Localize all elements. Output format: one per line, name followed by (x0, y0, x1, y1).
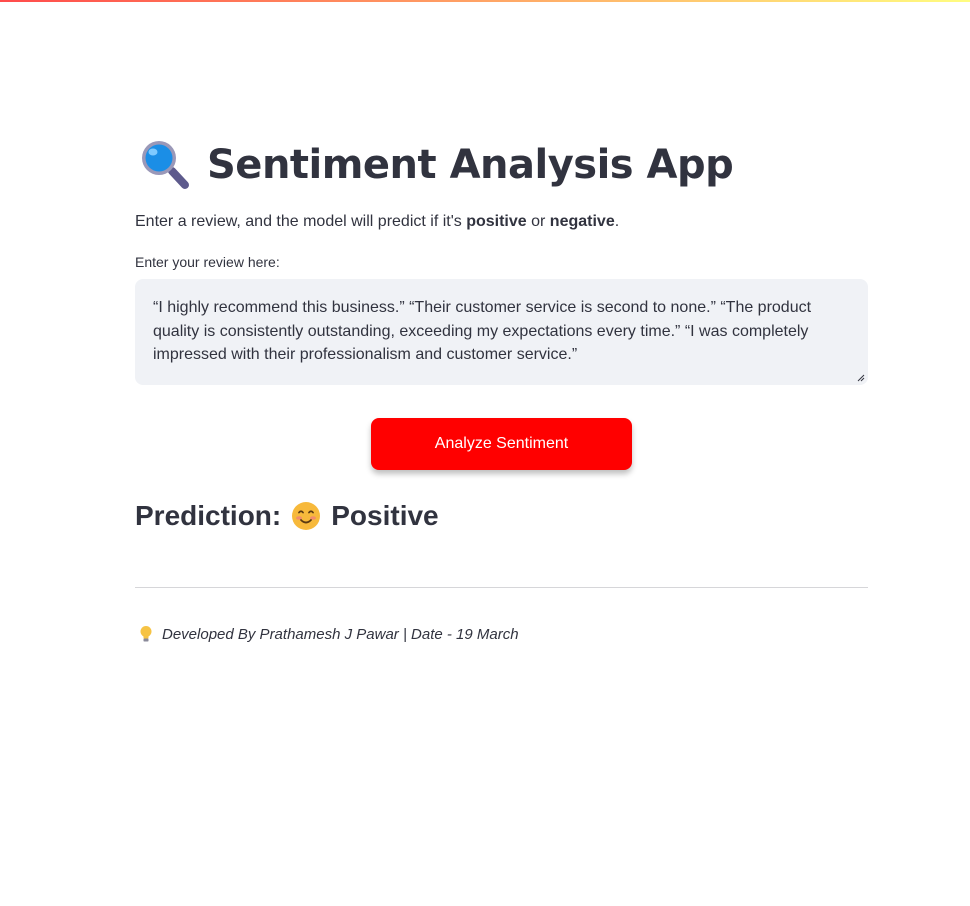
description-text-start: Enter a review, and the model will predi… (135, 213, 467, 230)
lightbulb-icon (140, 626, 152, 642)
page-description: Enter a review, and the model will predi… (135, 211, 868, 233)
top-decoration-bar (0, 0, 970, 2)
footer-text: Developed By Prathamesh J Pawar | Date -… (162, 625, 519, 643)
description-negative: negative (549, 213, 615, 230)
prediction-prefix: Prediction: (135, 500, 282, 531)
footer: Developed By Prathamesh J Pawar | Date -… (135, 625, 868, 643)
magnifying-glass-icon (142, 141, 189, 189)
review-text[interactable]: “I highly recommend this business.” “The… (153, 296, 852, 367)
review-textarea[interactable]: “I highly recommend this business.” “The… (135, 279, 868, 385)
resize-handle-icon[interactable] (857, 374, 865, 382)
description-end: . (614, 213, 620, 230)
title-row: Sentiment Analysis App (135, 130, 868, 200)
analyze-sentiment-button[interactable]: Analyze Sentiment (371, 418, 632, 470)
page-title: Sentiment Analysis App (207, 142, 734, 188)
description-or: or (526, 213, 550, 230)
prediction-label: Positive (331, 500, 439, 531)
review-label: Enter your review here: (135, 254, 280, 270)
description-positive: positive (466, 213, 527, 230)
main-container: Sentiment Analysis App Enter a review, a… (135, 130, 868, 643)
button-row: Analyze Sentiment (135, 418, 868, 470)
divider (135, 587, 868, 588)
smiling-face-icon (292, 502, 321, 530)
prediction-heading: Prediction: Positive (135, 498, 868, 534)
